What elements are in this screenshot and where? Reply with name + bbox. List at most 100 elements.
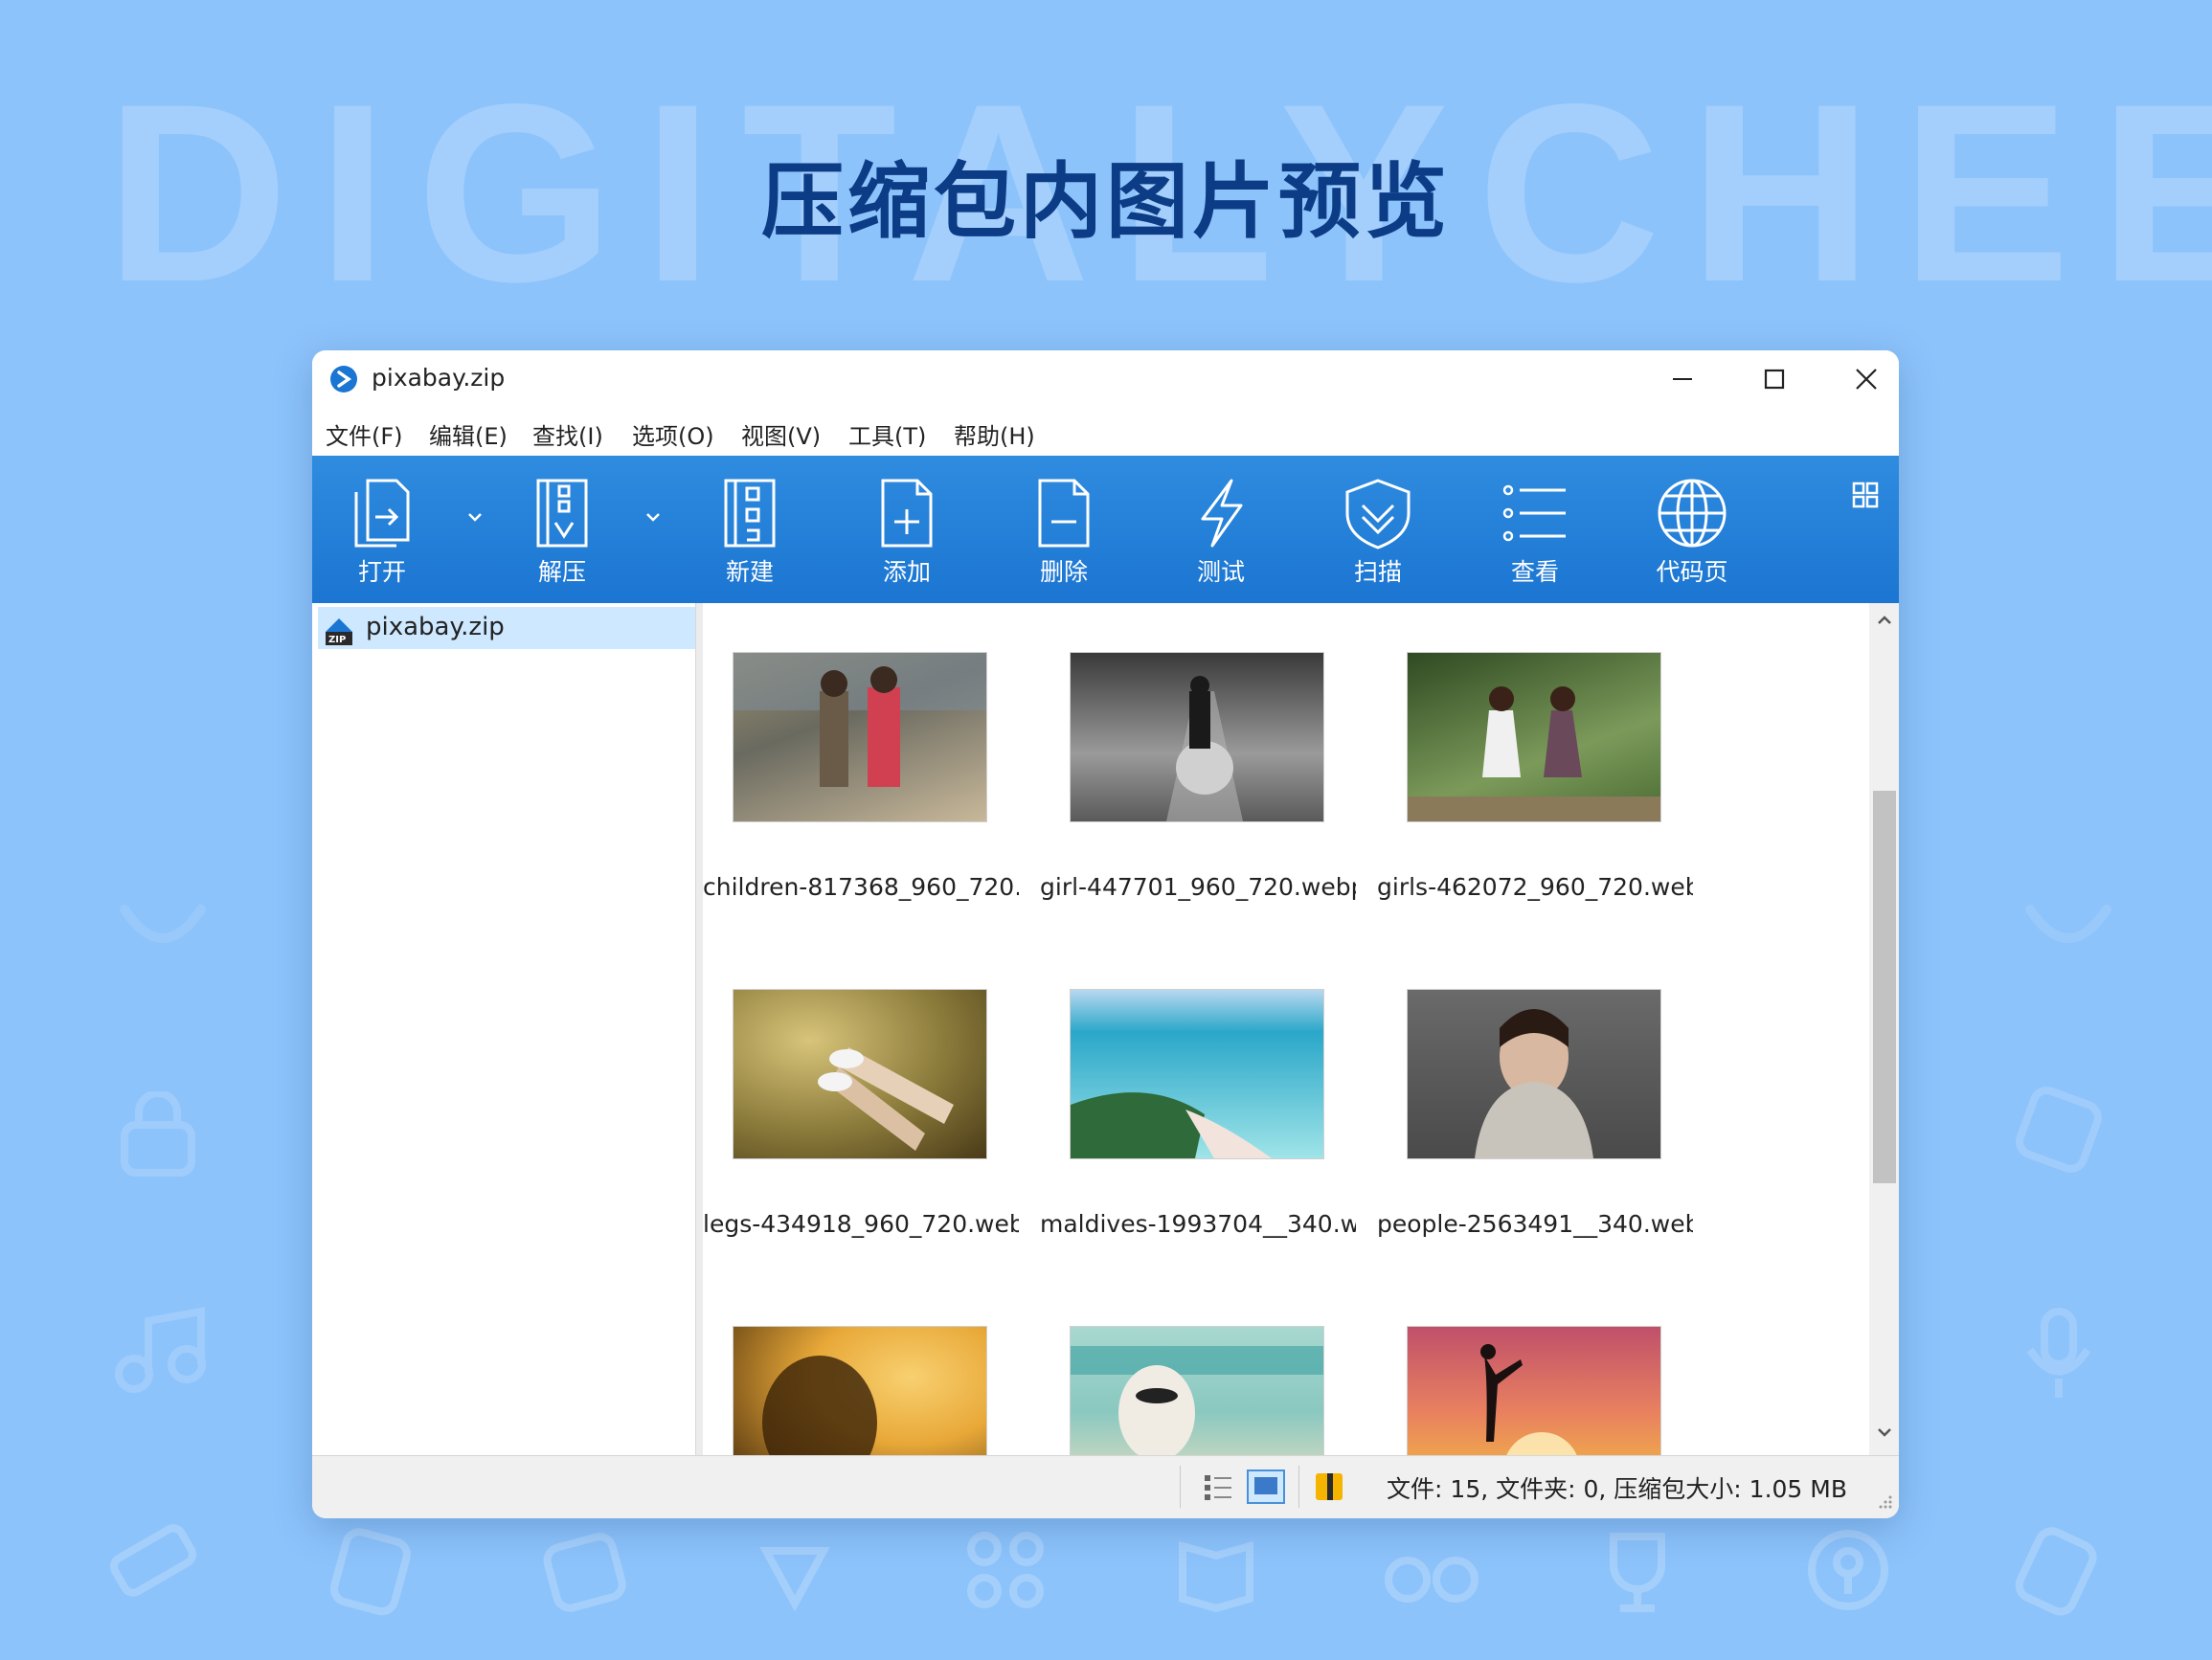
- delete-label: 删除: [1039, 558, 1088, 586]
- open-label: 打开: [357, 558, 406, 586]
- tree-item-label: pixabay.zip: [366, 613, 505, 641]
- extract-label: 解压: [537, 558, 586, 586]
- new-label: 新建: [725, 558, 774, 586]
- app-logo-icon: [329, 365, 358, 393]
- music-icon: [110, 1302, 215, 1398]
- new-button[interactable]: 新建: [697, 477, 802, 588]
- legs-photo-icon: [734, 990, 986, 1158]
- menu-edit[interactable]: 编辑(E): [429, 417, 508, 451]
- menu-view[interactable]: 视图(V): [741, 417, 821, 451]
- girls-garden-photo-icon: [1408, 653, 1660, 821]
- extract-button[interactable]: 解压: [509, 477, 615, 588]
- car-woman-photo-icon: [1071, 1327, 1323, 1455]
- maximize-button[interactable]: [1746, 356, 1803, 402]
- smile-icon: [115, 890, 211, 957]
- thumbnail-name: girl-447701_960_720.webp: [1040, 873, 1356, 901]
- book-icon: [1168, 1522, 1264, 1618]
- resize-grip-icon[interactable]: [1878, 1494, 1893, 1514]
- open-icon: [354, 479, 410, 548]
- silhouette-sunset-photo-icon: [1408, 1327, 1660, 1455]
- status-divider: [1180, 1466, 1181, 1508]
- drive-icon: [2011, 1522, 2107, 1618]
- svg-text:ZIP: ZIP: [328, 635, 346, 645]
- maximize-icon: [1764, 369, 1785, 390]
- title-bar[interactable]: pixabay.zip: [312, 350, 1899, 408]
- thumbnail-item[interactable]: children-817368_960_720....: [703, 653, 1019, 959]
- menu-find[interactable]: 查找(I): [532, 417, 603, 451]
- thumbnail-name: people-2563491__340.webp: [1377, 1210, 1693, 1238]
- open-dropdown-chevron-icon[interactable]: [463, 505, 486, 528]
- toolbar: 打开 解压 新建 添加 删除 测试 扫描 查看 代码页: [312, 456, 1899, 603]
- girl-teddy-photo-icon: [1071, 653, 1323, 821]
- menu-options[interactable]: 选项(O): [632, 417, 714, 451]
- scan-button[interactable]: 扫描: [1325, 477, 1431, 588]
- wallet-icon: [536, 1522, 632, 1618]
- scan-label: 扫描: [1353, 558, 1402, 586]
- extract-icon: [536, 479, 588, 548]
- status-text: 文件: 15, 文件夹: 0, 压缩包大小: 1.05 MB: [1387, 1475, 1847, 1503]
- list-icon: [1502, 484, 1566, 542]
- menu-tools[interactable]: 工具(T): [848, 417, 926, 451]
- thumbnail-name: maldives-1993704__340.w...: [1040, 1210, 1356, 1238]
- usb-icon: [105, 1503, 211, 1608]
- status-bar: 文件: 15, 文件夹: 0, 压缩包大小: 1.05 MB: [312, 1455, 1899, 1518]
- view-label: 查看: [1510, 558, 1559, 586]
- people-photo-icon: [1408, 990, 1660, 1158]
- thumbnail-item[interactable]: [703, 1327, 1019, 1455]
- microphone-icon: [2011, 1302, 2107, 1407]
- document-icon: [326, 1522, 421, 1618]
- new-archive-icon: [724, 479, 776, 548]
- archive-info-icon[interactable]: [1312, 1469, 1346, 1508]
- shapes-icon: [747, 1522, 843, 1618]
- menu-bar: 文件(F) 编辑(E) 查找(I) 选项(O) 视图(V) 工具(T) 帮助(H…: [312, 408, 1899, 456]
- extract-dropdown-chevron-icon[interactable]: [642, 505, 665, 528]
- glasses-icon: [1379, 1522, 1484, 1618]
- scroll-up-arrow-icon[interactable]: [1875, 611, 1894, 634]
- menu-file[interactable]: 文件(F): [326, 417, 403, 451]
- key-icon: [1800, 1522, 1896, 1618]
- smile-icon: [2020, 890, 2116, 957]
- thumbnail-item[interactable]: maldives-1993704__340.w...: [1040, 990, 1356, 1296]
- thumbnail-item[interactable]: [1377, 1327, 1693, 1455]
- app-window: pixabay.zip 文件(F) 编辑(E) 查找(I) 选项(O) 视图(V…: [312, 350, 1899, 1518]
- trophy-icon: [1590, 1522, 1685, 1618]
- close-button[interactable]: [1838, 356, 1895, 402]
- thumbnail-view-icon[interactable]: [1247, 1469, 1285, 1508]
- test-label: 测试: [1196, 558, 1245, 586]
- view-button[interactable]: 查看: [1482, 477, 1588, 588]
- thumbnail-name: girls-462072_960_720.webp: [1377, 873, 1693, 901]
- add-label: 添加: [882, 558, 931, 586]
- status-divider: [1298, 1466, 1299, 1508]
- codepage-label: 代码页: [1656, 558, 1728, 586]
- add-file-icon: [881, 479, 933, 548]
- sunset-hair-photo-icon: [734, 1327, 986, 1455]
- layout-grid-icon[interactable]: [1851, 481, 1880, 513]
- thumbnail-item[interactable]: girl-447701_960_720.webp: [1040, 653, 1356, 959]
- codepage-button[interactable]: 代码页: [1639, 477, 1745, 588]
- thumbnail-item[interactable]: people-2563491__340.webp: [1377, 990, 1693, 1296]
- close-icon: [1856, 369, 1877, 390]
- vertical-scrollbar[interactable]: [1869, 603, 1899, 1455]
- test-button[interactable]: 测试: [1168, 477, 1274, 588]
- delete-button[interactable]: 删除: [1011, 477, 1117, 588]
- thumbnail-item[interactable]: legs-434918_960_720.webp: [703, 990, 1019, 1296]
- window-title: pixabay.zip: [372, 364, 506, 392]
- menu-help[interactable]: 帮助(H): [954, 417, 1035, 451]
- open-button[interactable]: 打开: [329, 477, 435, 588]
- lock-icon: [115, 1091, 201, 1178]
- globe-icon: [1658, 479, 1727, 548]
- children-photo-icon: [734, 653, 986, 821]
- folder-tree: ZIP pixabay.zip: [312, 603, 695, 1455]
- lightning-icon: [1201, 479, 1243, 548]
- shield-icon: [1345, 479, 1411, 550]
- thumbnail-grid: children-817368_960_720.... girl-447701_…: [703, 603, 1869, 1455]
- thumbnail-name: legs-434918_960_720.webp: [703, 1210, 1019, 1238]
- thumbnail-item[interactable]: girls-462072_960_720.webp: [1377, 653, 1693, 959]
- add-button[interactable]: 添加: [854, 477, 959, 588]
- thumbnail-item[interactable]: [1040, 1327, 1356, 1455]
- details-view-icon[interactable]: [1201, 1469, 1235, 1508]
- scrollbar-thumb[interactable]: [1873, 791, 1896, 1183]
- scroll-down-arrow-icon[interactable]: [1875, 1423, 1894, 1446]
- minimize-button[interactable]: [1654, 356, 1711, 402]
- tree-item-archive[interactable]: ZIP pixabay.zip: [318, 607, 695, 649]
